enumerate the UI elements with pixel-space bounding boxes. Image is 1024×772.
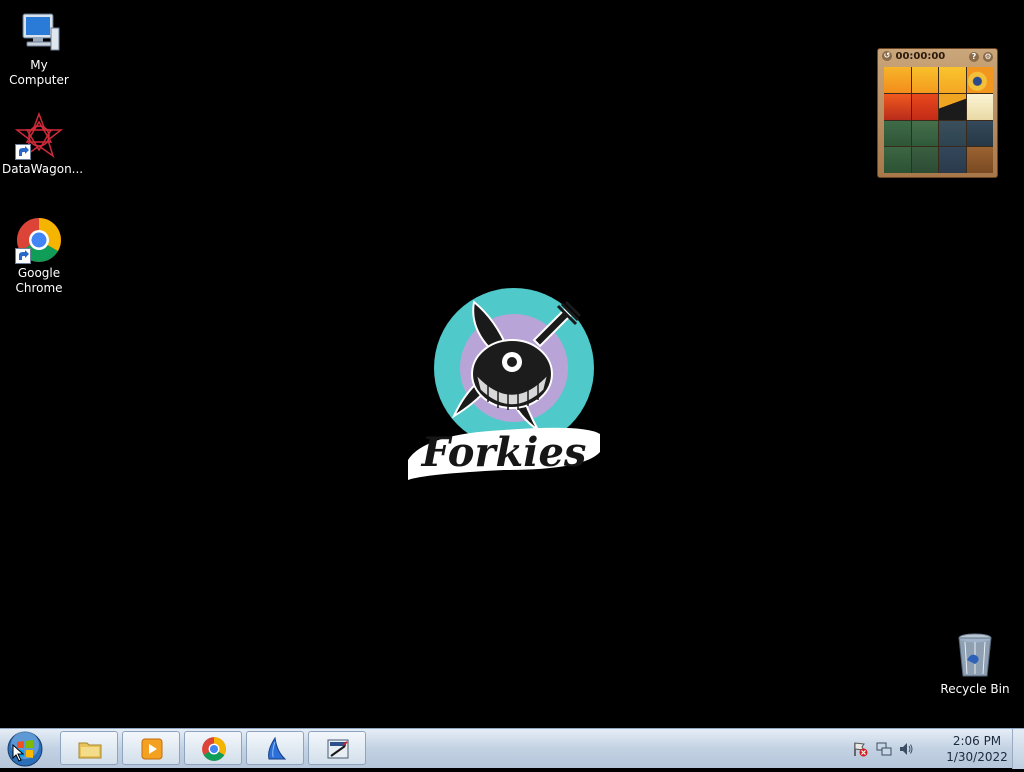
datawagon-icon	[14, 111, 64, 160]
puzzle-tile[interactable]	[911, 67, 938, 93]
help-icon[interactable]: ?	[969, 52, 979, 62]
clock-date: 1/30/2022	[946, 750, 1008, 764]
desktop: My Computer DataWagon... Google Chrome R…	[0, 0, 1024, 728]
taskbar: 2:06 PM 1/30/2022	[0, 728, 1024, 769]
system-tray: 2:06 PM 1/30/2022	[848, 729, 1008, 769]
taskbar-button-editor-app[interactable]	[308, 731, 366, 765]
puzzle-grid	[884, 67, 993, 173]
taskbar-clock[interactable]: 2:06 PM 1/30/2022	[946, 733, 1008, 765]
puzzle-tile[interactable]	[966, 93, 993, 120]
desktop-icon-label: My Computer	[9, 58, 69, 87]
puzzle-empty-slot[interactable]	[966, 147, 993, 173]
network-icon[interactable]	[876, 741, 892, 757]
puzzle-tile[interactable]	[939, 120, 966, 147]
desktop-icon-label: Google Chrome	[15, 266, 63, 295]
clock-time: 2:06 PM	[952, 734, 1002, 748]
desktop-icon-recycle-bin[interactable]: Recycle Bin	[936, 632, 1014, 697]
recycle-bin-icon	[951, 632, 999, 680]
reset-icon[interactable]: ↺	[882, 51, 892, 61]
gadget-timer: 00:00:00	[895, 51, 946, 62]
media-player-icon	[141, 738, 163, 760]
taskbar-button-sail-app[interactable]	[246, 731, 304, 765]
puzzle-tile[interactable]	[884, 120, 911, 147]
puzzle-tile[interactable]	[939, 147, 966, 173]
show-desktop-button[interactable]	[1012, 729, 1024, 769]
slide-puzzle-gadget[interactable]: ↺ 00:00:00 ? ⚙	[877, 48, 998, 178]
chrome-icon	[15, 216, 63, 264]
folder-icon	[78, 742, 102, 759]
editor-app-icon	[327, 739, 349, 759]
puzzle-tile[interactable]	[911, 147, 938, 173]
desktop-icon-datawagon[interactable]: DataWagon...	[0, 111, 84, 177]
puzzle-tile[interactable]	[884, 67, 911, 93]
gadget-toolbar: ↺ 00:00:00 ? ⚙	[882, 51, 993, 64]
desktop-icon-my-computer[interactable]: My Computer	[0, 8, 78, 88]
puzzle-tile[interactable]	[939, 93, 966, 120]
desktop-icon-label: Recycle Bin	[940, 682, 1010, 696]
sail-app-icon	[268, 736, 287, 760]
puzzle-tile[interactable]	[939, 67, 966, 93]
start-button[interactable]	[6, 730, 44, 768]
taskbar-button-chrome[interactable]	[184, 731, 242, 765]
desktop-icon-label: DataWagon...	[2, 162, 84, 176]
taskbar-button-file-explorer[interactable]	[60, 731, 118, 765]
wallpaper-logo-text: Forkies	[421, 429, 587, 476]
puzzle-tile[interactable]	[966, 67, 993, 93]
puzzle-tile[interactable]	[966, 120, 993, 147]
mouse-cursor-icon	[12, 744, 25, 762]
puzzle-tile[interactable]	[884, 93, 911, 120]
puzzle-tile[interactable]	[884, 147, 911, 173]
desktop-icon-google-chrome[interactable]: Google Chrome	[0, 216, 78, 296]
gadget-options-icon[interactable]: ⚙	[983, 52, 993, 62]
chrome-icon	[202, 737, 226, 761]
puzzle-tile[interactable]	[911, 120, 938, 147]
shortcut-arrow-icon	[15, 248, 31, 264]
computer-icon	[15, 8, 63, 56]
action-center-flag-icon[interactable]	[852, 741, 868, 757]
wallpaper-logo: Forkies	[404, 284, 604, 488]
puzzle-tile[interactable]	[911, 93, 938, 120]
taskbar-button-media-player[interactable]	[122, 731, 180, 765]
shortcut-arrow-icon	[15, 144, 31, 160]
volume-icon[interactable]	[898, 741, 914, 757]
